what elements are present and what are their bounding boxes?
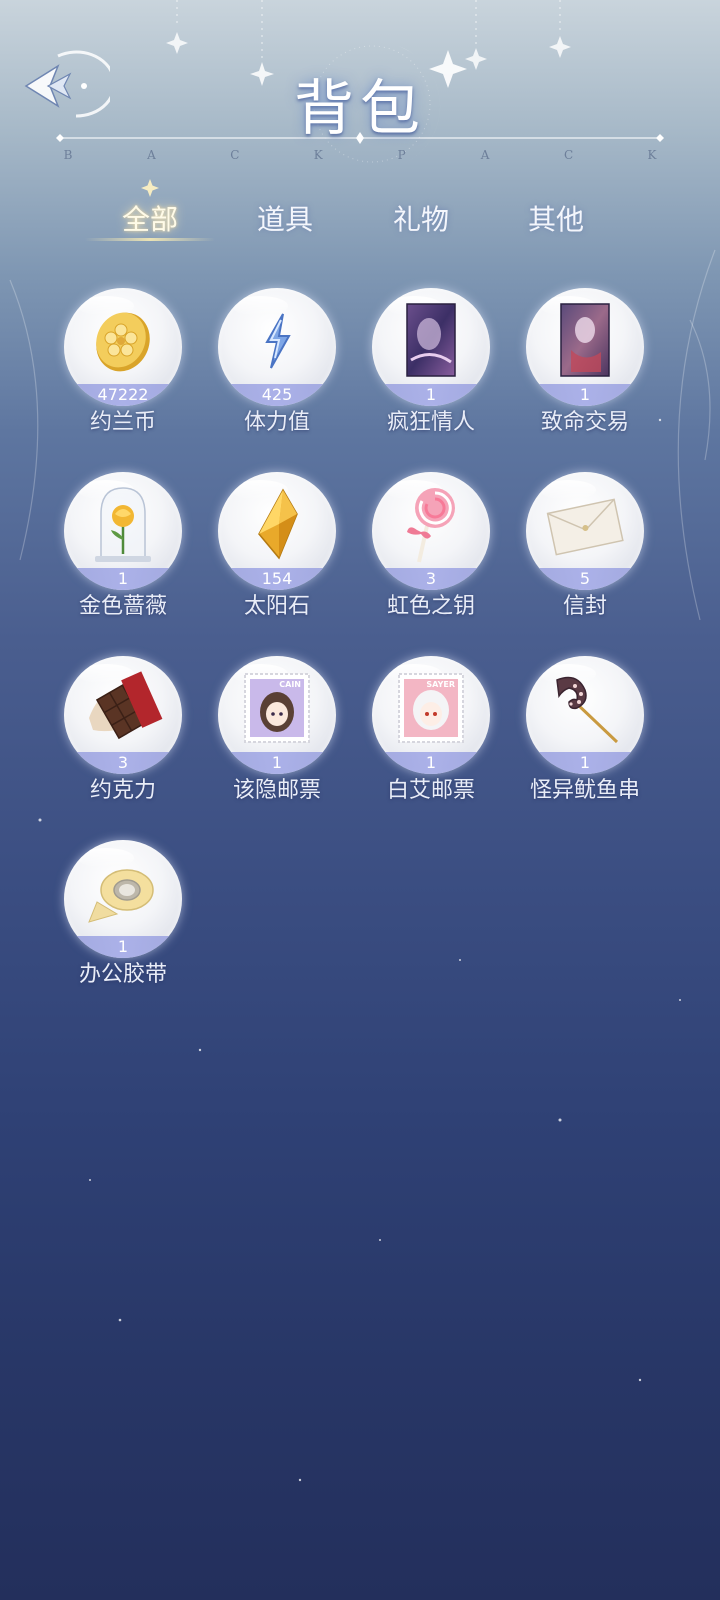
stamp-label: SAYER xyxy=(426,680,455,689)
card-crazy-lover-icon xyxy=(406,303,456,377)
subtitle-letter: A xyxy=(480,148,490,162)
tab-label: 全部 xyxy=(121,203,178,236)
item-name: 约克力 xyxy=(89,778,156,803)
subtitle-letter: K xyxy=(313,148,323,162)
item-slot[interactable]: CAIN 1 该隐邮票 xyxy=(218,656,336,806)
sayer-stamp-icon: SAYER xyxy=(398,673,464,743)
item-count: 5 xyxy=(526,568,644,590)
tab-label: 其他 xyxy=(527,203,584,236)
item-name: 疯狂情人 xyxy=(386,410,475,435)
item-circle: 425 xyxy=(218,288,336,406)
item-count: 1 xyxy=(526,384,644,406)
item-count: 1 xyxy=(64,936,182,958)
golden-rose-icon xyxy=(95,487,151,562)
item-count: 1 xyxy=(526,752,644,774)
gold-coin-icon xyxy=(96,312,150,372)
item-name: 体力值 xyxy=(243,410,310,435)
item-slot[interactable]: 1 办公胶带 xyxy=(64,840,182,990)
lollipop-icon xyxy=(407,488,455,563)
item-slot[interactable]: 47222 约兰币 xyxy=(64,288,182,438)
item-circle: 5 xyxy=(526,472,644,590)
item-name: 办公胶带 xyxy=(78,962,167,987)
subtitle-letter: A xyxy=(147,148,156,162)
item-circle: 3 xyxy=(64,656,182,774)
item-count: 425 xyxy=(218,384,336,406)
chocolate-icon xyxy=(89,671,163,740)
subtitle-letter: K xyxy=(647,148,657,162)
item-circle: 154 xyxy=(218,472,336,590)
page-title: 背包 xyxy=(294,74,426,144)
item-slot[interactable]: 1 疯狂情人 xyxy=(372,288,490,438)
item-slot[interactable]: 154 太阳石 xyxy=(218,472,336,622)
item-count: 3 xyxy=(64,752,182,774)
item-slot[interactable]: 5 信封 xyxy=(526,472,644,622)
tab-gifts[interactable]: 礼物 xyxy=(356,198,486,244)
item-count: 1 xyxy=(372,384,490,406)
sun-stone-icon xyxy=(258,488,298,560)
card-deadly-deal-icon xyxy=(560,303,610,377)
item-name: 白艾邮票 xyxy=(386,778,475,803)
item-circle: 1 xyxy=(64,840,182,958)
envelope-icon xyxy=(546,498,624,556)
active-tab-indicator xyxy=(85,238,215,241)
item-count: 47222 xyxy=(64,384,182,406)
tab-props[interactable]: 道具 xyxy=(220,198,350,244)
item-name: 约兰币 xyxy=(89,410,156,435)
item-slot[interactable]: 425 体力值 xyxy=(218,288,336,438)
item-name: 金色蔷薇 xyxy=(78,594,167,619)
item-name: 该隐邮票 xyxy=(232,778,321,803)
stamp-label: CAIN xyxy=(279,680,301,689)
item-circle: 1 xyxy=(372,288,490,406)
item-circle: 3 xyxy=(372,472,490,590)
item-name: 致命交易 xyxy=(540,410,629,435)
item-circle: 47222 xyxy=(64,288,182,406)
item-name: 虹色之钥 xyxy=(386,594,475,619)
item-circle: CAIN 1 xyxy=(218,656,336,774)
item-count: 1 xyxy=(372,752,490,774)
page-header: 背包 B A C K P A C K xyxy=(0,40,720,162)
subtitle-letter: P xyxy=(397,148,406,162)
tab-label: 道具 xyxy=(256,203,313,236)
item-count: 1 xyxy=(64,568,182,590)
tab-all[interactable]: 全部 xyxy=(85,179,215,244)
item-circle: 1 xyxy=(64,472,182,590)
squid-skewer-icon xyxy=(556,676,619,744)
item-slot[interactable]: SAYER 1 白艾邮票 xyxy=(372,656,490,806)
item-slot[interactable]: 1 怪异鱿鱼串 xyxy=(526,656,644,806)
item-circle: 1 xyxy=(526,656,644,774)
item-name: 太阳石 xyxy=(243,594,310,619)
cain-stamp-icon: CAIN xyxy=(244,673,310,743)
item-count: 154 xyxy=(218,568,336,590)
item-slot[interactable]: 3 约克力 xyxy=(64,656,182,806)
tab-others[interactable]: 其他 xyxy=(491,198,621,244)
item-slot[interactable]: 1 致命交易 xyxy=(526,288,644,438)
sparkle-icon xyxy=(141,179,159,197)
item-circle: SAYER 1 xyxy=(372,656,490,774)
subtitle-letter: B xyxy=(63,148,73,162)
subtitle-letter: C xyxy=(230,148,240,162)
lightning-icon xyxy=(265,313,291,369)
item-count: 1 xyxy=(218,752,336,774)
item-name: 怪异鱿鱼串 xyxy=(529,778,640,803)
subtitle-letter: C xyxy=(563,148,574,162)
item-name: 信封 xyxy=(562,594,607,619)
item-count: 3 xyxy=(372,568,490,590)
category-tabs: 全部 道具 礼物 其他 xyxy=(85,179,635,248)
tape-roll-icon xyxy=(88,869,154,923)
item-slot[interactable]: 1 金色蔷薇 xyxy=(64,472,182,622)
item-circle: 1 xyxy=(526,288,644,406)
page-subtitle: B A C K P A C K xyxy=(60,148,660,164)
tab-label: 礼物 xyxy=(392,203,449,236)
item-slot[interactable]: 3 虹色之钥 xyxy=(372,472,490,622)
